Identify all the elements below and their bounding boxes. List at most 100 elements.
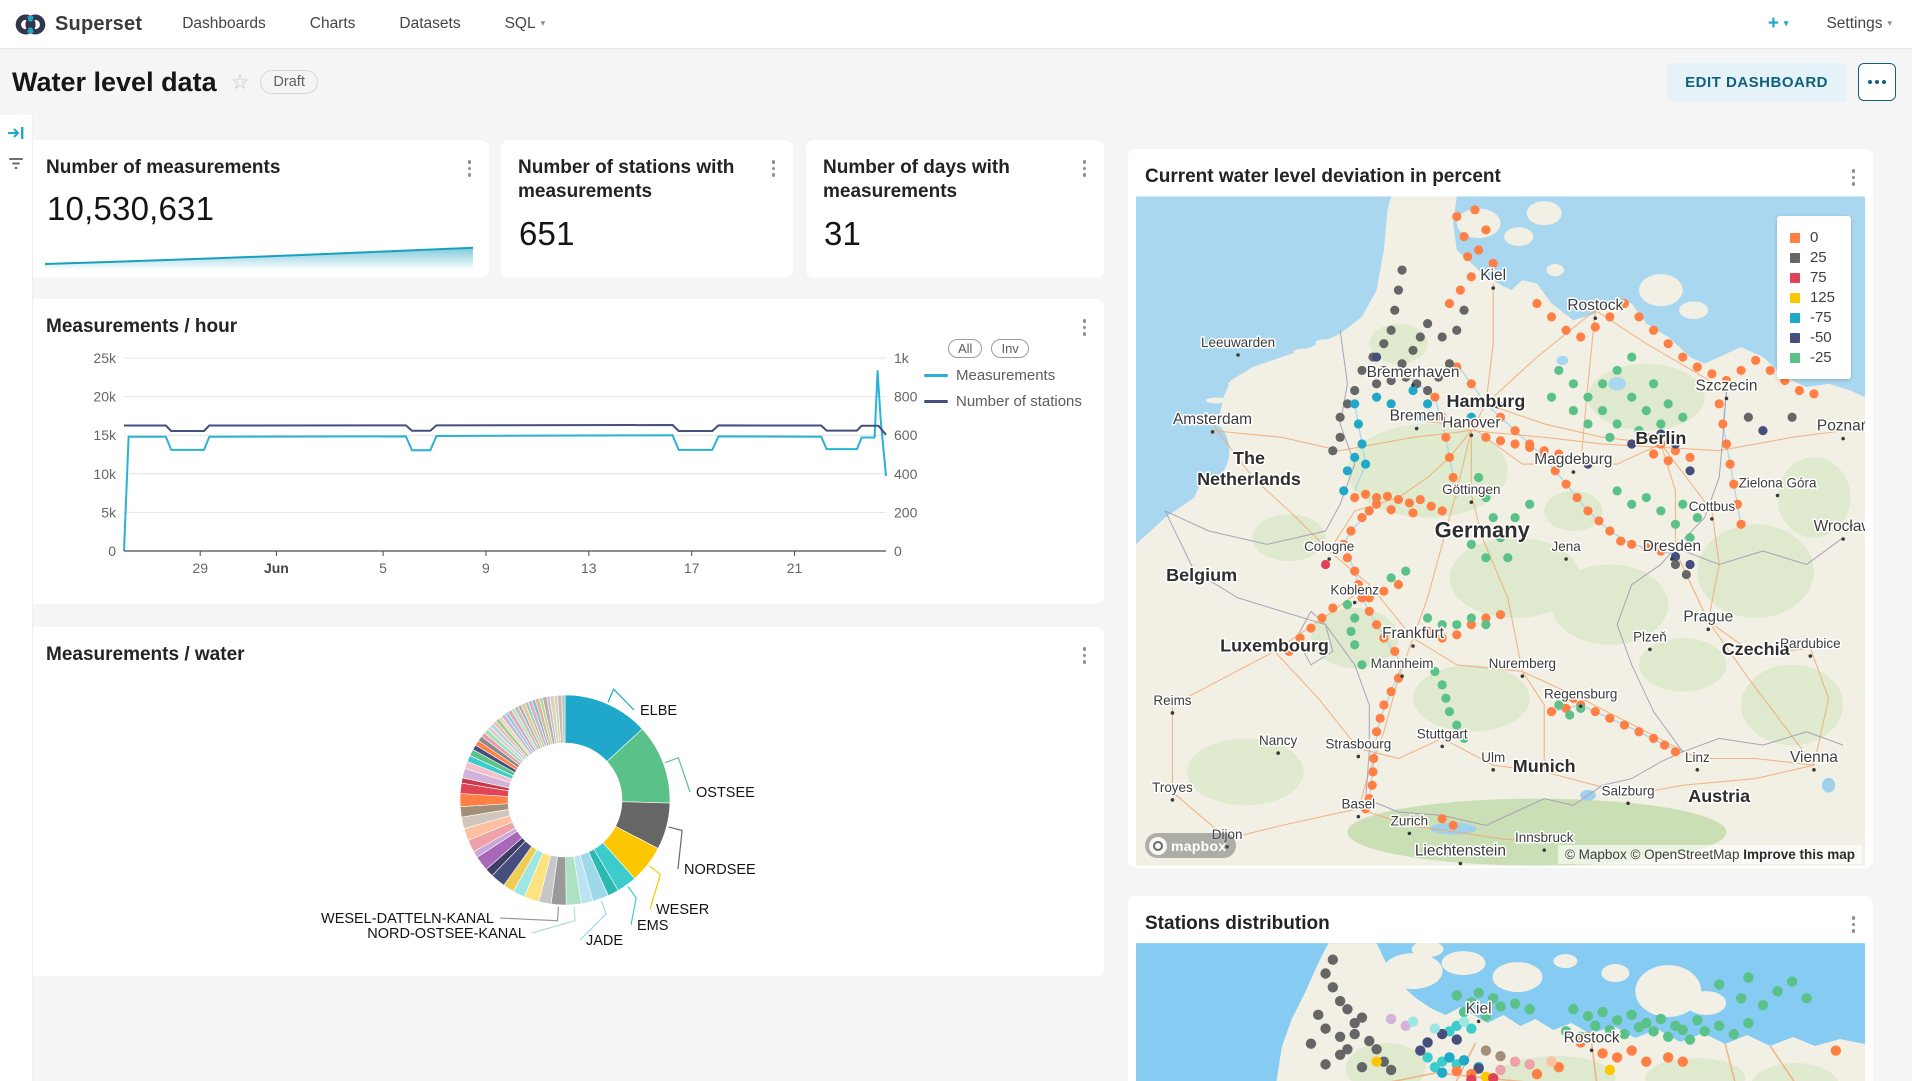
donut-label: NORDSEE — [684, 862, 756, 878]
city-label: Plzeň — [1633, 629, 1667, 644]
nav-item-dashboards[interactable]: Dashboards — [182, 15, 266, 33]
station-dot — [1427, 502, 1436, 511]
station-dot — [1671, 560, 1680, 569]
svg-text:200: 200 — [894, 504, 918, 520]
station-dot — [1357, 513, 1366, 522]
city-label: Hamburg — [1446, 391, 1525, 411]
station-dot — [1503, 553, 1512, 562]
legend-all-button[interactable]: All — [948, 339, 982, 358]
station-dot — [1372, 352, 1381, 361]
station-dot — [1613, 419, 1622, 428]
station-dot — [1405, 498, 1414, 507]
station-dot — [1547, 393, 1556, 402]
station-dot — [1648, 1026, 1658, 1036]
nav-item-charts[interactable]: Charts — [310, 15, 356, 33]
station-dot — [1445, 707, 1454, 716]
nav-item-datasets[interactable]: Datasets — [399, 15, 460, 33]
station-dot — [1660, 741, 1669, 750]
stations-map[interactable]: KielRostock — [1136, 943, 1865, 1081]
svg-text:800: 800 — [894, 389, 918, 405]
station-dot — [1408, 386, 1417, 395]
station-dot — [1383, 492, 1392, 501]
station-dot — [1565, 710, 1574, 719]
legend-line-swatch — [924, 374, 948, 377]
map-legend: 02575125-75-50-25 — [1777, 216, 1851, 379]
card-menu-kebab-icon[interactable] — [1079, 643, 1091, 668]
card-menu-kebab-icon[interactable] — [1848, 912, 1860, 937]
map-legend-item: 0 — [1790, 229, 1835, 246]
city-label: Nuremberg — [1489, 656, 1556, 671]
improve-map-link[interactable]: Improve this map — [1743, 847, 1855, 862]
card-menu-kebab-icon[interactable] — [768, 156, 780, 181]
station-dot — [1306, 623, 1315, 632]
superset-logo[interactable]: Superset — [14, 8, 142, 41]
new-item-button[interactable]: +▾ — [1768, 13, 1789, 35]
legend-value: -75 — [1810, 309, 1832, 326]
station-dot — [1495, 1001, 1505, 1011]
station-dot — [1376, 714, 1385, 723]
legend-inv-button[interactable]: Inv — [991, 339, 1028, 358]
station-dot — [1715, 399, 1724, 408]
station-dot — [1452, 620, 1461, 629]
station-dot — [1369, 754, 1378, 763]
dashboard-more-button[interactable] — [1858, 63, 1896, 101]
station-dot — [1452, 326, 1461, 335]
station-dot — [1597, 1048, 1607, 1058]
station-dot — [1495, 1065, 1505, 1075]
station-dot — [1357, 366, 1366, 375]
station-dot — [1350, 453, 1359, 462]
station-dot — [1663, 1052, 1673, 1062]
city-label: Germany — [1435, 518, 1531, 543]
station-dot — [1357, 439, 1366, 448]
station-dot — [1379, 339, 1388, 348]
deviation-map[interactable]: LeeuwardenAmsterdamTheNetherlandsBelgium… — [1136, 196, 1865, 866]
filter-icon[interactable] — [8, 157, 24, 171]
water-donut-chart[interactable]: ELBEOSTSEENORDSEEWESEREMSJADENORD-OSTSEE… — [29, 627, 1104, 976]
station-dot — [1495, 1051, 1505, 1061]
expand-filters-icon[interactable] — [7, 125, 25, 141]
station-dot — [1313, 1010, 1323, 1020]
station-dot — [1620, 720, 1629, 729]
station-dot — [1335, 996, 1345, 1006]
map-canvas: KielRostock — [1136, 943, 1865, 1081]
station-dot — [1729, 1029, 1739, 1039]
favorite-star-icon[interactable]: ☆ — [231, 70, 250, 95]
station-dot — [1758, 1000, 1768, 1010]
city-label: Strasbourg — [1325, 736, 1391, 751]
city-label: Ulm — [1481, 750, 1505, 765]
settings-menu[interactable]: Settings▾ — [1826, 15, 1892, 33]
card-menu-kebab-icon[interactable] — [1848, 165, 1860, 190]
station-dot — [1328, 982, 1338, 992]
legend-value: 125 — [1810, 289, 1835, 306]
svg-text:5: 5 — [379, 560, 387, 576]
card-menu-kebab-icon[interactable] — [1079, 156, 1091, 181]
city-label: Göttingen — [1442, 482, 1500, 497]
city-label: Rostock — [1564, 1029, 1620, 1046]
card-menu-kebab-icon[interactable] — [1079, 315, 1091, 340]
station-dot — [1510, 1056, 1520, 1066]
card-menu-kebab-icon[interactable] — [464, 156, 476, 181]
city-label: Kiel — [1480, 267, 1506, 284]
edit-dashboard-button[interactable]: EDIT DASHBOARD — [1667, 63, 1846, 102]
station-dot — [1438, 332, 1447, 341]
city-label: Linz — [1685, 750, 1710, 765]
station-dot — [1452, 990, 1462, 1000]
station-dot — [1441, 694, 1450, 703]
station-dot — [1641, 1056, 1651, 1066]
station-dot — [1744, 413, 1753, 422]
city-label: Berlin — [1635, 428, 1686, 448]
city-label: Reims — [1153, 693, 1191, 708]
station-dot — [1627, 1045, 1637, 1055]
chart-title: Measurements / water — [29, 627, 1104, 667]
station-dot — [1649, 734, 1658, 743]
station-dot — [1722, 439, 1731, 448]
station-dot — [1441, 433, 1450, 442]
mapbox-logo: mapbox — [1145, 833, 1236, 858]
station-dot — [1354, 419, 1363, 428]
legend-item[interactable]: Measurements — [924, 367, 1114, 384]
nav-item-sql[interactable]: SQL▾ — [505, 15, 546, 33]
filter-rail — [0, 115, 33, 1081]
legend-item[interactable]: Number of stations — [924, 393, 1114, 410]
station-dot — [1452, 212, 1461, 221]
station-dot — [1496, 610, 1505, 619]
